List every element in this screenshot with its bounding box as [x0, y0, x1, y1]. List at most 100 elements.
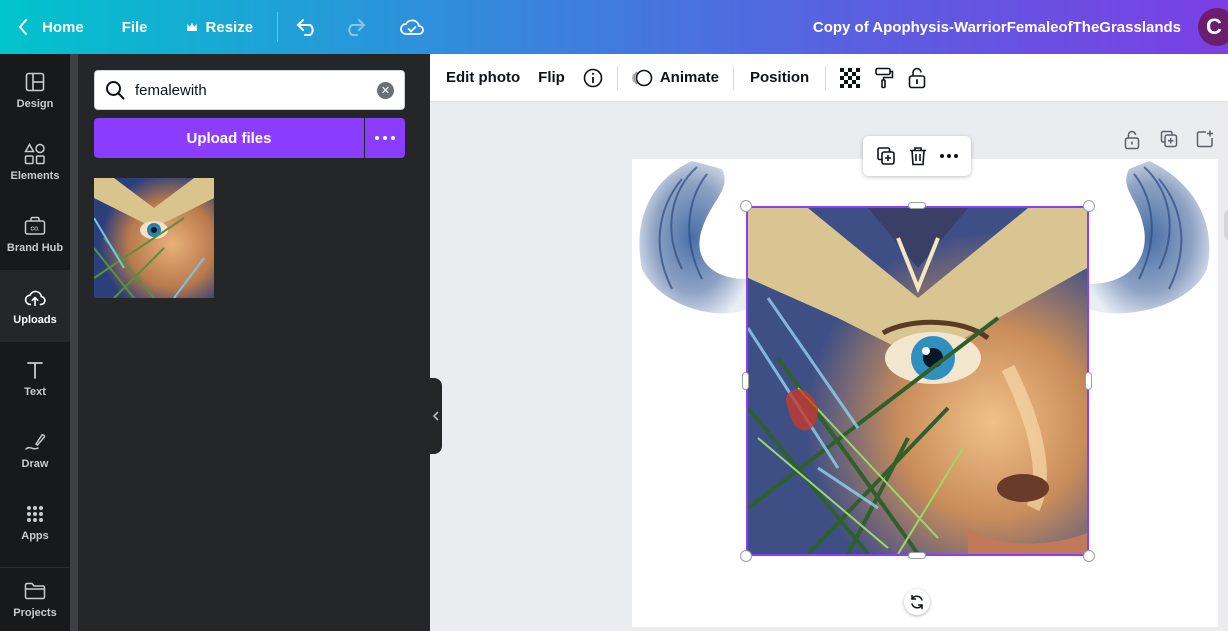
resize-handle-top-left[interactable]: [740, 200, 752, 212]
wing-ornament-right[interactable]: [1089, 159, 1218, 321]
edit-photo-button[interactable]: Edit photo: [446, 54, 520, 102]
selection-frame: [746, 206, 1089, 556]
home-button[interactable]: Home: [0, 0, 84, 54]
uploads-panel: ✕ Upload files: [78, 54, 430, 631]
rail-item-text[interactable]: Text: [0, 342, 70, 414]
search-icon: [105, 80, 125, 100]
rail-label: Text: [24, 385, 46, 398]
element-quick-actions: [863, 136, 971, 176]
lock-button[interactable]: [908, 54, 926, 102]
add-page-icon: [1196, 130, 1213, 148]
rail-item-brand-hub[interactable]: CO. Brand Hub: [0, 198, 70, 270]
resize-handle-top-right[interactable]: [1083, 200, 1095, 212]
clear-search-icon[interactable]: ✕: [377, 82, 394, 99]
resize-handle-bottom[interactable]: [908, 552, 926, 559]
rail-item-draw[interactable]: Draw: [0, 414, 70, 486]
resize-handle-left[interactable]: [742, 372, 749, 390]
rail-label: Projects: [13, 607, 57, 619]
redo-icon: [348, 19, 366, 36]
position-label: Position: [750, 69, 810, 86]
trash-icon: [909, 147, 926, 166]
crown-icon: [186, 22, 197, 31]
duplicate-element-button[interactable]: [876, 146, 896, 166]
rail-label: Apps: [21, 529, 49, 542]
chevron-left-icon: [433, 411, 439, 421]
unlock-icon: [908, 67, 926, 88]
edit-photo-label: Edit photo: [446, 69, 521, 86]
undo-button[interactable]: [296, 0, 318, 54]
delete-element-button[interactable]: [909, 146, 927, 166]
undo-icon: [296, 19, 314, 36]
animate-button[interactable]: Animate: [631, 54, 720, 102]
transparency-icon: [840, 67, 861, 88]
file-label: File: [121, 18, 148, 36]
flip-label: Flip: [538, 69, 565, 86]
text-icon: [24, 359, 46, 381]
document-title[interactable]: Copy of Apophysis-WarriorFemaleofTheGras…: [813, 0, 1181, 54]
upload-cloud-icon: [24, 287, 46, 309]
divider: [277, 12, 279, 42]
save-status-button[interactable]: [400, 0, 424, 54]
draw-icon: [24, 431, 46, 453]
elements-icon: [24, 142, 46, 165]
more-horizontal-icon: [375, 136, 395, 140]
search-box: ✕: [94, 70, 405, 110]
resize-handle-bottom-left[interactable]: [740, 550, 752, 562]
more-horizontal-icon: [940, 154, 959, 158]
brand-hub-icon-text: CO.: [31, 226, 41, 232]
wing-ornament-left[interactable]: [632, 159, 746, 321]
duplicate-icon: [876, 147, 895, 165]
rail-item-projects[interactable]: Projects: [0, 567, 70, 631]
rail-item-apps[interactable]: Apps: [0, 486, 70, 558]
info-button[interactable]: [583, 54, 603, 102]
home-label: Home: [42, 18, 84, 36]
context-toolbar: Edit photo Flip Animate Position: [430, 54, 1228, 102]
panel-scrollbar[interactable]: [70, 54, 78, 631]
animate-label: Animate: [659, 69, 720, 86]
more-actions-button[interactable]: [940, 154, 959, 158]
chevron-left-icon: [18, 19, 27, 35]
duplicate-icon: [1160, 130, 1178, 148]
transparency-button[interactable]: [840, 54, 861, 102]
resize-handle-bottom-right[interactable]: [1083, 550, 1095, 562]
top-bar: Home File Resize Copy of Apophysis-Warri…: [0, 0, 1228, 54]
divider: [616, 65, 618, 90]
rail-label: Elements: [10, 169, 60, 182]
upload-files-button[interactable]: Upload files: [94, 118, 364, 158]
flip-button[interactable]: Flip: [538, 54, 565, 102]
add-page-button[interactable]: [1196, 130, 1214, 150]
duplicate-page-button[interactable]: [1160, 130, 1178, 150]
redo-button[interactable]: [344, 0, 366, 54]
avatar-initial: C: [1206, 14, 1222, 39]
resize-button[interactable]: Resize: [186, 0, 254, 54]
rail-label: Design: [16, 97, 54, 110]
lock-page-button[interactable]: [1124, 130, 1142, 150]
resize-handle-top[interactable]: [908, 202, 926, 209]
rail-label: Draw: [21, 457, 49, 470]
apps-icon: [24, 503, 46, 525]
animate-icon: [631, 69, 653, 86]
search-input[interactable]: [135, 81, 365, 99]
folder-icon: [24, 580, 46, 602]
rail-item-elements[interactable]: Elements: [0, 126, 70, 198]
page-tools: [1124, 130, 1214, 150]
avatar[interactable]: C: [1198, 8, 1228, 46]
rail-item-design[interactable]: Design: [0, 54, 70, 126]
collapse-panel-button[interactable]: [430, 378, 442, 454]
info-icon: [583, 68, 603, 87]
resize-handle-right[interactable]: [1085, 372, 1092, 390]
rail-item-uploads[interactable]: Uploads: [0, 270, 70, 342]
resize-label: Resize: [205, 18, 254, 36]
brand-hub-icon: CO.: [24, 215, 46, 237]
file-menu-button[interactable]: File: [122, 0, 148, 54]
more-options-button[interactable]: [365, 118, 405, 158]
upload-actions: Upload files: [94, 118, 405, 158]
position-button[interactable]: Position: [750, 54, 809, 102]
rotate-handle[interactable]: [904, 589, 930, 615]
copy-style-button[interactable]: [874, 54, 894, 102]
page-edge-handle[interactable]: [1224, 210, 1228, 240]
uploaded-image-thumbnail[interactable]: [94, 178, 214, 298]
divider: [733, 65, 735, 90]
design-icon: [24, 71, 46, 93]
unlock-icon: [1124, 130, 1140, 150]
